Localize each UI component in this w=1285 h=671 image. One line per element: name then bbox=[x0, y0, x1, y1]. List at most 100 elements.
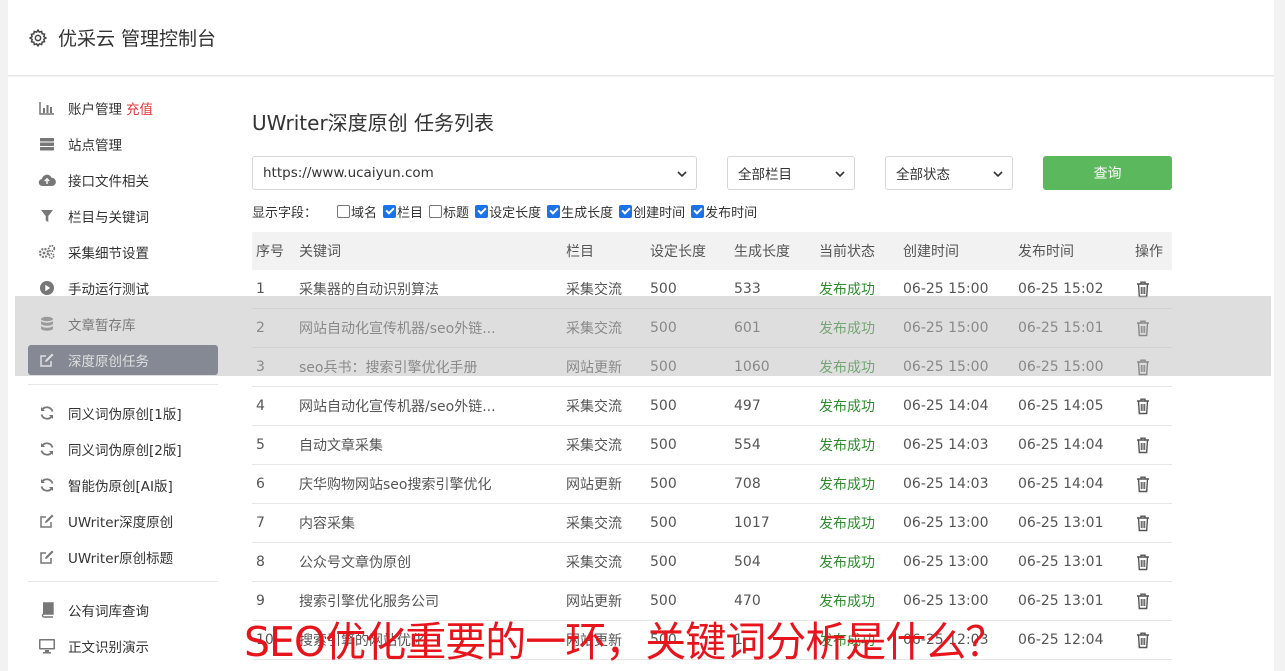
table-cell: 533 bbox=[734, 281, 761, 297]
table-cell: 发布成功 bbox=[819, 516, 875, 532]
content-area: UWriter深度原创 任务列表 https://www.ucaiyun.com… bbox=[252, 107, 1172, 660]
delete-button[interactable] bbox=[1134, 514, 1172, 532]
filter-icon bbox=[38, 207, 56, 225]
sidebar-item[interactable]: 栏目与关键词 bbox=[28, 201, 218, 231]
column-header: 创建时间 bbox=[903, 244, 959, 260]
field-checkbox[interactable]: 生成长度 bbox=[547, 202, 613, 221]
app-title: 优采云 管理控制台 bbox=[58, 28, 217, 50]
sidebar-item[interactable]: 同义词伪原创[1版] bbox=[28, 398, 218, 428]
sidebar-item-label: 接口文件相关 bbox=[68, 174, 149, 190]
server-icon bbox=[38, 135, 56, 153]
monitor-icon bbox=[38, 637, 56, 655]
delete-button[interactable] bbox=[1134, 436, 1172, 454]
sidebar-item[interactable]: UWriter原创标题 bbox=[28, 542, 218, 572]
table-row: 7 内容采集 采集交流 500 1017 发布成功 06-25 13:00 06-25 13:… bbox=[252, 504, 1172, 543]
field-checkbox[interactable]: 域名 bbox=[337, 202, 377, 221]
delete-button[interactable] bbox=[1134, 553, 1172, 571]
table-cell: 5 bbox=[256, 437, 265, 453]
column-header: 当前状态 bbox=[819, 244, 875, 260]
delete-button[interactable] bbox=[1134, 631, 1172, 649]
query-button[interactable]: 查询 bbox=[1043, 156, 1172, 190]
table-cell: 06-25 14:04 bbox=[903, 398, 989, 414]
table-cell: 6 bbox=[256, 476, 265, 492]
trash-icon bbox=[1137, 515, 1149, 532]
field-checkbox[interactable]: 发布时间 bbox=[691, 202, 757, 221]
column-header: 序号 bbox=[256, 244, 284, 260]
field-checkbox[interactable]: 创建时间 bbox=[619, 202, 685, 221]
field-checkbox-label: 生成长度 bbox=[561, 205, 614, 221]
sidebar-item-label: 公有词库查询 bbox=[68, 604, 149, 620]
checkbox-checked[interactable] bbox=[619, 204, 633, 218]
recharge-link[interactable]: 充值 bbox=[126, 98, 153, 118]
trash-icon bbox=[1137, 476, 1149, 493]
table-cell: 采集交流 bbox=[566, 438, 622, 454]
play-circle-icon bbox=[38, 279, 56, 297]
bar-chart-icon bbox=[38, 99, 56, 117]
cloud-upload-icon bbox=[38, 171, 56, 189]
table-cell: 500 bbox=[650, 476, 677, 492]
table-cell: 554 bbox=[734, 437, 761, 453]
table-cell: 9 bbox=[256, 593, 265, 609]
table-cell: 发布成功 bbox=[819, 477, 875, 493]
sidebar-item[interactable]: 接口文件相关 bbox=[28, 165, 218, 195]
table-cell: 发布成功 bbox=[819, 555, 875, 571]
checkbox-unchecked[interactable] bbox=[429, 204, 443, 218]
page-title: UWriter深度原创 任务列表 bbox=[252, 111, 495, 135]
table-cell: 500 bbox=[650, 437, 677, 453]
table-cell: 采集交流 bbox=[566, 555, 622, 571]
refresh-icon bbox=[38, 476, 56, 494]
table-cell: 06-25 12:04 bbox=[1018, 632, 1104, 648]
field-checkbox-label: 域名 bbox=[351, 205, 378, 221]
sidebar-item-label: 站点管理 bbox=[68, 138, 122, 154]
delete-button[interactable] bbox=[1134, 592, 1172, 610]
chevron-down-icon bbox=[993, 171, 1003, 178]
table-cell: 8 bbox=[256, 554, 265, 570]
column-header: 设定长度 bbox=[650, 244, 706, 260]
checkbox-checked[interactable] bbox=[383, 204, 397, 218]
sidebar-item[interactable]: 公有词库查询 bbox=[28, 595, 218, 625]
delete-button[interactable] bbox=[1134, 475, 1172, 493]
status-select[interactable]: 全部状态 bbox=[885, 156, 1013, 190]
status-select-value: 全部状态 bbox=[896, 167, 950, 183]
table-cell: 庆华购物网站seo搜索引擎优化 bbox=[299, 477, 492, 493]
trash-icon bbox=[1137, 437, 1149, 454]
checkbox-checked[interactable] bbox=[691, 204, 705, 218]
sidebar-item-label: 账户管理 bbox=[68, 102, 122, 118]
table-row: 5 自动文章采集 采集交流 500 554 发布成功 06-25 14:03 06-25 14… bbox=[252, 426, 1172, 465]
field-checkbox[interactable]: 标题 bbox=[429, 202, 469, 221]
table-cell: 500 bbox=[650, 281, 677, 297]
gears-icon bbox=[38, 243, 56, 261]
gear-icon[interactable] bbox=[28, 28, 48, 48]
chevron-down-icon bbox=[677, 171, 687, 178]
column-header: 操作 bbox=[1135, 244, 1163, 260]
column-select-value: 全部栏目 bbox=[738, 167, 792, 183]
checkbox-checked[interactable] bbox=[547, 204, 561, 218]
table-cell: 06-25 13:00 bbox=[903, 515, 989, 531]
table-cell: 网站自动化宣传机器/seo外链... bbox=[299, 399, 496, 415]
checkbox-checked[interactable] bbox=[475, 204, 489, 218]
trash-icon bbox=[1137, 593, 1149, 610]
sidebar-item[interactable]: 智能伪原创[AI版] bbox=[28, 470, 218, 500]
table-cell: 06-25 14:05 bbox=[1018, 398, 1104, 414]
refresh-icon bbox=[38, 440, 56, 458]
field-checkbox[interactable]: 设定长度 bbox=[475, 202, 541, 221]
sidebar-item[interactable]: 账户管理 充值 bbox=[28, 93, 218, 123]
sidebar-item[interactable]: UWriter深度原创 bbox=[28, 506, 218, 536]
table-cell: 06-25 13:01 bbox=[1018, 593, 1104, 609]
table-cell: 06-25 14:04 bbox=[1018, 437, 1104, 453]
sidebar-item-label: 同义词伪原创[2版] bbox=[68, 443, 182, 459]
checkbox-unchecked[interactable] bbox=[337, 204, 351, 218]
table-cell: 公众号文章伪原创 bbox=[299, 555, 411, 571]
sidebar-item[interactable]: 采集细节设置 bbox=[28, 237, 218, 267]
table-row: 4 网站自动化宣传机器/seo外链... 采集交流 500 497 发布成功 06-25 1… bbox=[252, 387, 1172, 426]
site-select[interactable]: https://www.ucaiyun.com bbox=[252, 156, 697, 190]
delete-button[interactable] bbox=[1134, 397, 1172, 415]
field-checkbox[interactable]: 栏目 bbox=[383, 202, 423, 221]
sidebar-item[interactable]: 正文识别演示 bbox=[28, 631, 218, 661]
table-row: 6 庆华购物网站seo搜索引擎优化 网站更新 500 708 发布成功 06-25 14:0… bbox=[252, 465, 1172, 504]
column-select[interactable]: 全部栏目 bbox=[727, 156, 855, 190]
sidebar-item[interactable]: 同义词伪原创[2版] bbox=[28, 434, 218, 464]
table-cell: 发布成功 bbox=[819, 438, 875, 454]
sidebar-item-label: 手动运行测试 bbox=[68, 282, 149, 298]
sidebar-item[interactable]: 站点管理 bbox=[28, 129, 218, 159]
